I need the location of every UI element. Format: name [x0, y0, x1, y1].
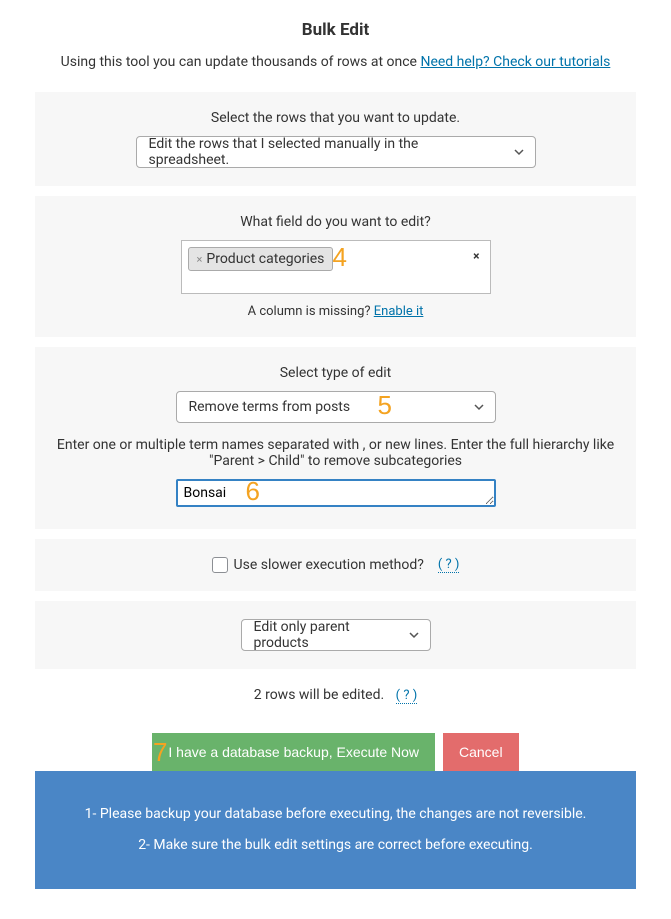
chip-label: Product categories — [206, 251, 324, 267]
slower-execution-checkbox[interactable] — [212, 557, 228, 573]
chevron-down-icon — [408, 629, 420, 641]
scope-dropdown[interactable]: Edit only parent products — [241, 619, 431, 651]
chevron-down-icon — [473, 401, 485, 413]
term-names-input[interactable] — [176, 479, 496, 507]
rows-select-panel: Select the rows that you want to update.… — [35, 92, 636, 186]
edit-type-value: Remove terms from posts — [189, 399, 459, 415]
field-select-label: What field do you want to edit? — [47, 214, 624, 230]
page-subtitle: Using this tool you can update thousands… — [35, 54, 636, 70]
rows-select-dropdown[interactable]: Edit the rows that I selected manually i… — [136, 136, 536, 168]
scope-value: Edit only parent products — [254, 619, 394, 651]
edit-type-label: Select type of edit — [47, 365, 624, 381]
missing-column-row: A column is missing? Enable it — [47, 304, 624, 319]
chevron-down-icon — [513, 146, 525, 158]
edit-type-instructions: Enter one or multiple term names separat… — [47, 437, 624, 469]
clear-field-icon[interactable]: × — [473, 249, 479, 263]
chip-remove-icon[interactable]: × — [197, 253, 203, 266]
rows-select-label: Select the rows that you want to update. — [47, 110, 624, 126]
page-title: Bulk Edit — [35, 20, 636, 40]
slower-execution-help[interactable]: ( ? ) — [438, 557, 460, 573]
notice-line-1: 1- Please backup your database before ex… — [55, 799, 616, 830]
edit-type-dropdown[interactable]: Remove terms from posts — [176, 391, 496, 423]
rows-edited-help[interactable]: ( ? ) — [396, 688, 418, 704]
slower-execution-label: Use slower execution method? — [234, 557, 424, 573]
rows-edited-text: 2 rows will be edited. — [254, 687, 384, 703]
cancel-button[interactable]: Cancel — [443, 733, 519, 771]
rows-edited-summary: 2 rows will be edited. ( ? ) — [35, 679, 636, 715]
field-multiselect[interactable]: × Product categories × — [181, 240, 491, 294]
enable-column-link[interactable]: Enable it — [374, 304, 424, 319]
action-panel: 7 I have a database backup, Execute Now … — [35, 715, 636, 889]
subtitle-text: Using this tool you can update thousands… — [61, 54, 421, 70]
slower-execution-panel: Use slower execution method? ( ? ) — [35, 539, 636, 591]
rows-select-value: Edit the rows that I selected manually i… — [149, 136, 499, 168]
field-chip: × Product categories — [188, 247, 334, 271]
missing-column-text: A column is missing? — [248, 304, 374, 319]
edit-type-panel: Select type of edit Remove terms from po… — [35, 347, 636, 529]
notice-line-2: 2- Make sure the bulk edit settings are … — [55, 830, 616, 861]
field-select-panel: What field do you want to edit? × Produc… — [35, 196, 636, 337]
tutorials-link[interactable]: Need help? Check our tutorials — [420, 54, 610, 70]
warning-notice: 1- Please backup your database before ex… — [35, 771, 636, 889]
execute-button[interactable]: I have a database backup, Execute Now — [152, 733, 435, 771]
scope-panel: Edit only parent products — [35, 601, 636, 669]
